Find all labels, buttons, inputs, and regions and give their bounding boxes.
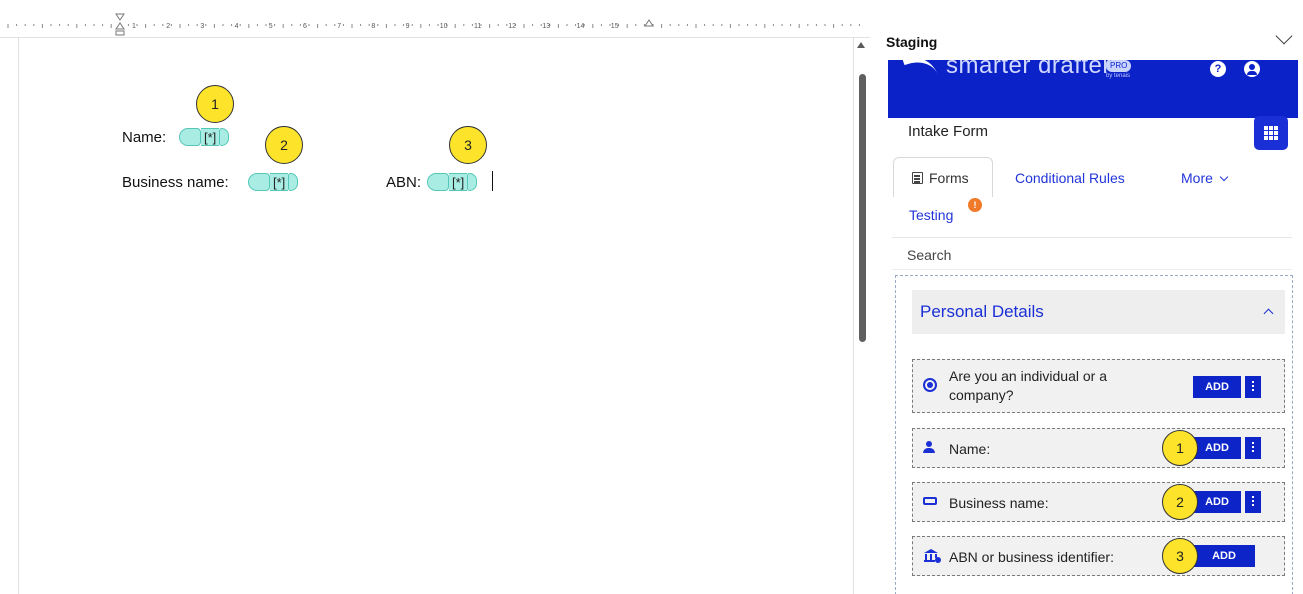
- callout-3: 3: [449, 126, 487, 164]
- callout-1: 1: [1162, 430, 1198, 466]
- doc-label-name: Name:: [122, 129, 167, 146]
- svg-text:14: 14: [577, 23, 585, 30]
- tab-more[interactable]: More: [1181, 170, 1229, 186]
- field-chip-left-cap: [427, 173, 449, 191]
- tab-forms-label: Forms: [929, 170, 969, 186]
- svg-text:6: 6: [303, 23, 307, 30]
- field-chip-right-cap: [219, 128, 230, 146]
- chevron-down-icon: [1219, 172, 1229, 182]
- tab-testing[interactable]: Testing: [909, 207, 953, 223]
- field-chip-placeholder: [*]: [270, 173, 289, 191]
- doc-field-business-name[interactable]: [*]: [248, 172, 299, 192]
- add-button[interactable]: ADD: [1193, 491, 1241, 513]
- chevron-up-icon[interactable]: [1263, 308, 1274, 319]
- svg-text:3: 3: [200, 23, 204, 30]
- tab-forms[interactable]: Forms: [893, 157, 993, 197]
- tab-conditional-rules[interactable]: Conditional Rules: [1015, 170, 1125, 186]
- add-button[interactable]: ADD: [1193, 545, 1255, 567]
- svg-text:15: 15: [611, 23, 619, 30]
- document-scrollbar[interactable]: [854, 38, 870, 594]
- scroll-thumb[interactable]: [859, 74, 866, 342]
- doc-field-abn[interactable]: [*]: [427, 172, 478, 192]
- ruler: 1 2 3 4 5 6 7 8 9 10 11 12 13 14 15: [0, 12, 870, 38]
- field-label: ABN or business identifier:: [949, 549, 1114, 565]
- account-icon[interactable]: [1244, 61, 1260, 77]
- apps-grid-button[interactable]: [1254, 116, 1288, 150]
- ruler-ticks: 1 2 3 4 5 6 7 8 9 10 11 12 13 14 15: [7, 13, 860, 36]
- field-label-line1: Are you an individual or a: [949, 368, 1107, 384]
- form-title: Intake Form: [908, 123, 989, 140]
- field-chip-right-cap: [467, 173, 478, 191]
- field-row-individual-or-company[interactable]: Are you an individual or a company? ADD: [912, 359, 1285, 413]
- add-button[interactable]: ADD: [1193, 376, 1241, 398]
- tab-more-label: More: [1181, 170, 1213, 186]
- svg-text:2: 2: [166, 23, 170, 30]
- svg-text:8: 8: [371, 23, 375, 30]
- field-chip-placeholder: [*]: [201, 128, 220, 146]
- testing-alert-badge: !: [968, 198, 982, 212]
- doc-label-abn: ABN:: [386, 174, 422, 191]
- svg-text:12: 12: [508, 23, 516, 30]
- field-chip-left-cap: [248, 173, 270, 191]
- svg-text:9: 9: [406, 23, 410, 30]
- panel-header-title: Staging: [886, 34, 938, 50]
- document-area: Name: [*] Business name: [*] ABN: [*] 1 …: [0, 38, 872, 594]
- callout-2: 2: [265, 126, 303, 164]
- svg-text:1: 1: [132, 23, 136, 30]
- kebab-menu-icon[interactable]: [1245, 376, 1261, 398]
- kebab-menu-icon[interactable]: [1245, 491, 1261, 513]
- person-icon: [923, 441, 935, 453]
- help-icon[interactable]: ?: [1210, 61, 1226, 77]
- field-row-abn[interactable]: ABN or business identifier: ADD: [912, 536, 1285, 576]
- grid-icon: [1264, 126, 1278, 140]
- chevron-down-icon[interactable]: [1275, 27, 1293, 45]
- svg-text:7: 7: [337, 23, 341, 30]
- forms-icon: [912, 172, 923, 184]
- svg-text:4: 4: [235, 23, 239, 30]
- panel-header: Staging: [872, 20, 1303, 60]
- field-chip-left-cap: [179, 128, 201, 146]
- divider: [892, 237, 1292, 238]
- field-row-name[interactable]: Name: ADD: [912, 428, 1285, 468]
- add-button[interactable]: ADD: [1193, 437, 1241, 459]
- textbox-icon: [923, 497, 937, 505]
- field-label-line2: company?: [949, 387, 1014, 403]
- radio-icon: [923, 378, 937, 392]
- app-window: 1 2 3 4 5 6 7 8 9 10 11 12 13 14 15 Name: [*] Business…: [0, 0, 1303, 594]
- field-chip-right-cap: [288, 173, 299, 191]
- brand-name: smarter drafter: [946, 60, 1111, 79]
- brand-logo-icon: [902, 60, 938, 85]
- svg-text:5: 5: [269, 23, 273, 30]
- field-chip-placeholder: [*]: [449, 173, 468, 191]
- brand-bar: smarter drafter PRO by tenais ?: [888, 60, 1298, 118]
- callout-2: 2: [1162, 484, 1198, 520]
- bank-icon: [924, 549, 941, 563]
- doc-field-name[interactable]: [*]: [179, 127, 230, 147]
- brand-byline: by tenais: [1106, 73, 1131, 79]
- field-label: Business name:: [949, 495, 1049, 511]
- scroll-up-arrow-icon[interactable]: [857, 42, 865, 48]
- tab-bar: Forms Conditional Rules More Testing !: [892, 157, 1292, 227]
- field-row-business-name[interactable]: Business name: ADD: [912, 482, 1285, 522]
- search-label[interactable]: Search: [907, 247, 951, 263]
- section-title: Personal Details: [920, 302, 1044, 321]
- svg-text:13: 13: [542, 23, 550, 30]
- divider: [892, 269, 1292, 270]
- field-label: Name:: [949, 441, 991, 457]
- section-header-personal-details[interactable]: Personal Details: [912, 290, 1285, 334]
- side-panel: Staging smarter drafter PRO by tenais ? …: [872, 20, 1303, 594]
- brand-pro-badge: PRO: [1106, 60, 1132, 72]
- svg-text:10: 10: [440, 23, 448, 30]
- text-cursor: [492, 171, 493, 191]
- svg-text:11: 11: [474, 23, 481, 30]
- callout-3: 3: [1162, 538, 1198, 574]
- callout-1: 1: [196, 85, 234, 123]
- doc-label-business-name: Business name:: [122, 174, 229, 191]
- kebab-menu-icon[interactable]: [1245, 437, 1261, 459]
- document-page[interactable]: Name: [*] Business name: [*] ABN: [*] 1 …: [18, 38, 854, 594]
